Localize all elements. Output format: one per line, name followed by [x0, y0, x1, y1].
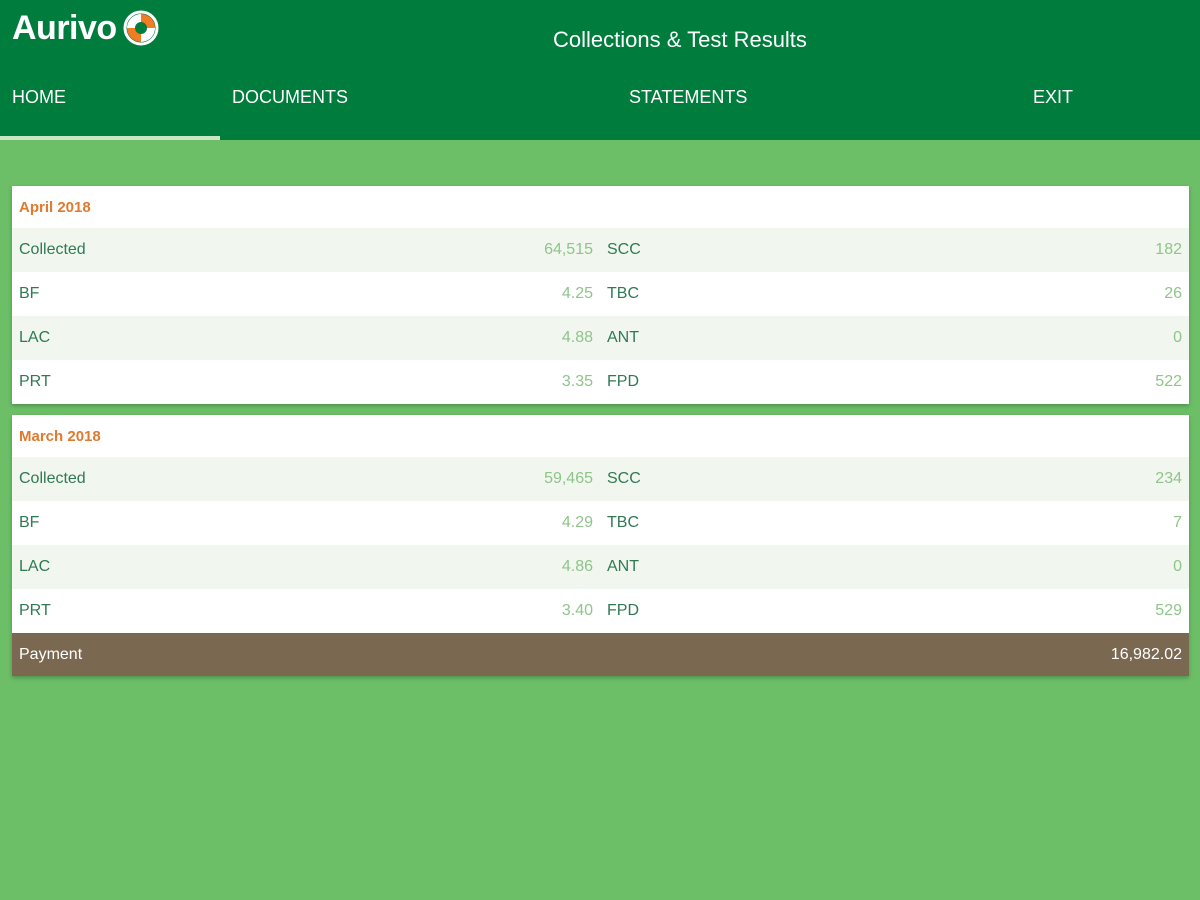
period-month-label: March 2018	[19, 427, 101, 445]
metric-label: PRT	[19, 373, 51, 390]
metric-label: PRT	[19, 602, 51, 619]
metric-label: LAC	[19, 329, 51, 346]
payment-row: Payment 16,982.02	[12, 633, 1189, 676]
metric-label: Collected	[19, 470, 86, 487]
tab-documents[interactable]: DOCUMENTS	[232, 87, 348, 111]
tab-statements[interactable]: STATEMENTS	[629, 87, 747, 111]
results-row: PRT 3.35 FPD 522	[12, 360, 1189, 404]
active-tab-indicator	[0, 136, 220, 140]
metric-value: 4.86	[561, 558, 593, 575]
tab-exit[interactable]: EXIT	[1033, 87, 1073, 111]
brand-logo: Aurivo	[12, 8, 159, 48]
metric-label: ANT	[607, 329, 639, 346]
metric-value: 59,465	[544, 470, 593, 487]
metric-label: BF	[19, 285, 40, 302]
metric-label: Collected	[19, 241, 86, 258]
metric-label: FPD	[607, 602, 639, 619]
metric-value: 3.40	[561, 602, 593, 619]
metric-value: 3.35	[561, 373, 593, 390]
metric-value: 0	[1173, 329, 1182, 346]
period-card-april-2018: April 2018 Collected 64,515 SCC 182 BF 4…	[12, 186, 1189, 404]
brand-name: Aurivo	[12, 8, 117, 47]
metric-label: TBC	[607, 514, 639, 531]
metric-value: 26	[1164, 285, 1182, 302]
results-row: PRT 3.40 FPD 529	[12, 589, 1189, 633]
metric-value: 64,515	[544, 241, 593, 258]
metric-label: BF	[19, 514, 40, 531]
metric-value: 529	[1155, 602, 1182, 619]
results-row: LAC 4.86 ANT 0	[12, 545, 1189, 589]
metric-value: 4.25	[561, 285, 593, 302]
results-row: Collected 64,515 SCC 182	[12, 228, 1189, 272]
payment-label: Payment	[19, 646, 83, 663]
aurivo-swirl-icon	[123, 10, 159, 46]
page-title: Collections & Test Results	[553, 27, 807, 52]
metric-value: 4.88	[561, 329, 593, 346]
metric-value: 0	[1173, 558, 1182, 575]
metric-value: 7	[1173, 514, 1182, 531]
period-card-march-2018: March 2018 Collected 59,465 SCC 234 BF 4…	[12, 415, 1189, 676]
results-row: Collected 59,465 SCC 234	[12, 457, 1189, 501]
metric-label: LAC	[19, 558, 51, 575]
metric-value: 182	[1155, 241, 1182, 258]
period-month-label: April 2018	[19, 198, 91, 216]
metric-label: SCC	[607, 470, 641, 487]
results-row: LAC 4.88 ANT 0	[12, 316, 1189, 360]
metric-label: SCC	[607, 241, 641, 258]
metric-label: ANT	[607, 558, 639, 575]
metric-value: 522	[1155, 373, 1182, 390]
metric-value: 234	[1155, 470, 1182, 487]
app-header: Aurivo Collections & Test Results HOME D…	[0, 0, 1200, 140]
payment-value: 16,982.02	[1110, 646, 1182, 663]
results-row: BF 4.29 TBC 7	[12, 501, 1189, 545]
metric-label: TBC	[607, 285, 639, 302]
results-row: BF 4.25 TBC 26	[12, 272, 1189, 316]
metric-value: 4.29	[561, 514, 593, 531]
metric-label: FPD	[607, 373, 639, 390]
tab-home[interactable]: HOME	[12, 87, 66, 111]
